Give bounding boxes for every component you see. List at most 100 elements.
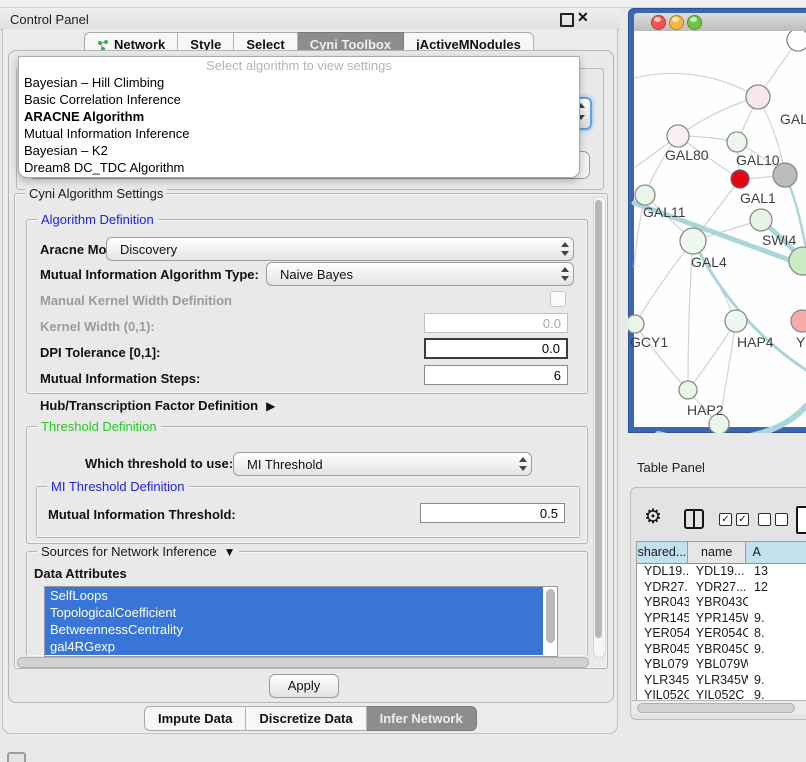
node-gal11[interactable] bbox=[635, 185, 655, 205]
column-header-shared-name[interactable]: shared... bbox=[637, 542, 688, 563]
node-label: GAL4 bbox=[691, 254, 727, 270]
which-threshold-value: MI Threshold bbox=[234, 457, 515, 472]
select-all-columns-button[interactable]: ✓ ✓ bbox=[719, 513, 749, 526]
checked-checkbox-icon: ✓ bbox=[736, 513, 749, 526]
table-row[interactable]: YDR27... YDR27... 12 bbox=[637, 580, 806, 596]
deselect-all-columns-button[interactable] bbox=[758, 513, 788, 526]
attr-list-items: SelfLoopsTopologicalCoefficientBetweenne… bbox=[45, 587, 543, 655]
dropdown-item[interactable]: Dream8 DC_TDC Algorithm bbox=[19, 159, 579, 176]
table-row[interactable]: YER054C YER054C 8. bbox=[637, 626, 806, 642]
cell-name: YDR27... bbox=[689, 580, 748, 596]
control-panel-title: Control Panel bbox=[10, 12, 89, 27]
split-view-icon[interactable] bbox=[684, 509, 704, 529]
new-table-icon[interactable] bbox=[796, 506, 806, 534]
dpi-tolerance-field[interactable]: 0.0 bbox=[424, 338, 568, 359]
list-item[interactable]: gal4RGexp bbox=[45, 638, 543, 655]
node-swi4[interactable] bbox=[750, 209, 772, 231]
control-panel-titlebar bbox=[0, 8, 620, 30]
cell-value bbox=[748, 657, 806, 673]
node-label: GAL11 bbox=[643, 204, 686, 220]
chevron-down-icon[interactable]: ▼ bbox=[224, 545, 236, 559]
settings-hscrollbar-thumb[interactable] bbox=[17, 657, 589, 668]
mi-type-label: Mutual Information Algorithm Type: bbox=[40, 267, 259, 282]
apply-button[interactable]: Apply bbox=[269, 674, 339, 698]
bottom-tabstrip: Impute Data Discretize Data Infer Networ… bbox=[144, 706, 477, 729]
table-row[interactable]: YBR045C YBR045C 9. bbox=[637, 642, 806, 658]
table-row[interactable]: YBL079W YBL079W bbox=[637, 657, 806, 673]
column-header-partial[interactable]: A bbox=[746, 542, 806, 563]
node-gal80[interactable] bbox=[667, 125, 689, 147]
node-gcy1[interactable] bbox=[628, 315, 644, 333]
table-header-row: shared... name A bbox=[637, 542, 806, 564]
cell-value: 13 bbox=[748, 564, 806, 580]
aracne-mode-value: Discovery bbox=[107, 242, 557, 257]
tab-discretize-data[interactable]: Discretize Data bbox=[246, 706, 366, 731]
dropdown-item-highlighted[interactable]: ARACNE Algorithm bbox=[19, 108, 579, 125]
close-icon[interactable]: ✕ bbox=[577, 9, 589, 26]
list-item[interactable]: TopologicalCoefficient bbox=[45, 604, 543, 621]
node-gal4[interactable] bbox=[680, 228, 706, 254]
tab-infer-network[interactable]: Infer Network bbox=[367, 706, 477, 731]
minimize-traffic-light-icon[interactable] bbox=[669, 15, 684, 30]
close-traffic-light-icon[interactable] bbox=[651, 15, 666, 30]
table-row[interactable]: YLR345W YLR345W 9. bbox=[637, 673, 806, 689]
node-hap2[interactable] bbox=[679, 381, 697, 399]
manual-kernel-checkbox[interactable] bbox=[550, 291, 566, 307]
cell-shared-name: YBL079W bbox=[637, 657, 689, 673]
network-window-titlebar bbox=[634, 13, 806, 32]
sources-title: Sources for Network Inference bbox=[41, 544, 217, 559]
checked-checkbox-icon: ✓ bbox=[719, 513, 732, 526]
dropdown-item[interactable]: Basic Correlation Inference bbox=[19, 91, 579, 108]
node-gal10[interactable] bbox=[727, 132, 747, 152]
cell-name: YBL079W bbox=[689, 657, 748, 673]
table-row[interactable]: YDL19... YDL19... 13 bbox=[637, 564, 806, 580]
dropdown-item[interactable]: Bayesian – Hill Climbing bbox=[19, 74, 579, 91]
table-hscrollbar-track[interactable] bbox=[632, 700, 806, 714]
unchecked-checkbox-icon bbox=[758, 513, 771, 526]
settings-scrollbar-thumb[interactable] bbox=[595, 200, 602, 638]
app-root: Control Panel ✕ Network Style Select Cyn… bbox=[0, 0, 806, 762]
node-label: GAL10 bbox=[736, 152, 780, 168]
hub-definition-expander[interactable]: Hub/Transcription Factor Definition ▶ bbox=[40, 398, 275, 413]
kernel-width-field[interactable]: 0.0 bbox=[424, 313, 568, 333]
cell-name: YPR145W bbox=[689, 611, 748, 627]
column-header-name[interactable]: name bbox=[688, 542, 747, 563]
float-window-icon[interactable] bbox=[560, 13, 574, 27]
node-label: GAL80 bbox=[665, 147, 709, 163]
algorithm-dropdown-list: Select algorithm to view settings Bayesi… bbox=[18, 56, 580, 178]
list-item[interactable]: BetweennessCentrality bbox=[45, 621, 543, 638]
node-gal1-selected[interactable] bbox=[731, 170, 749, 188]
aracne-mode-combobox[interactable]: Discovery bbox=[106, 237, 574, 261]
cell-shared-name: YER054C bbox=[637, 626, 689, 642]
settings-group-title: Cyni Algorithm Settings bbox=[25, 186, 167, 201]
table-hscrollbar-thumb[interactable] bbox=[637, 703, 795, 713]
zoom-traffic-light-icon[interactable] bbox=[687, 15, 702, 30]
table-row[interactable]: YPR145W YPR145W 9. bbox=[637, 611, 806, 627]
node-hap4[interactable] bbox=[725, 310, 747, 332]
mi-type-combobox[interactable]: Naive Bayes bbox=[266, 262, 574, 286]
node-gal7[interactable] bbox=[746, 85, 770, 109]
manual-kernel-label: Manual Kernel Width Definition bbox=[40, 293, 232, 308]
node-pink[interactable] bbox=[791, 310, 806, 332]
sources-title-wrap: Sources for Network Inference ▼ bbox=[37, 544, 239, 559]
dpi-tolerance-label: DPI Tolerance [0,1]: bbox=[40, 345, 160, 360]
dropdown-item[interactable]: Mutual Information Inference bbox=[19, 125, 579, 142]
node-label: HAP4 bbox=[737, 334, 774, 350]
minimized-panel-icon[interactable] bbox=[7, 752, 26, 762]
node[interactable] bbox=[787, 31, 806, 51]
dropdown-item[interactable]: Bayesian – K2 bbox=[19, 142, 579, 159]
table-row[interactable]: YBR043C YBR043C bbox=[637, 595, 806, 611]
which-threshold-combobox[interactable]: MI Threshold bbox=[233, 452, 532, 476]
gear-icon[interactable]: ⚙ bbox=[644, 504, 662, 529]
mi-threshold-label: Mutual Information Threshold: bbox=[48, 507, 236, 522]
cell-shared-name: YBR043C bbox=[637, 595, 689, 611]
mi-steps-field[interactable]: 6 bbox=[424, 365, 568, 385]
cell-name: YLR345W bbox=[689, 673, 748, 689]
combo-arrows-icon bbox=[515, 453, 531, 475]
cell-value bbox=[748, 595, 806, 611]
list-scrollbar-thumb[interactable] bbox=[546, 589, 555, 643]
list-item[interactable]: SelfLoops bbox=[45, 587, 543, 604]
mi-threshold-field[interactable]: 0.5 bbox=[420, 503, 565, 523]
settings-scrollbar-track[interactable] bbox=[593, 196, 606, 658]
tab-impute-data[interactable]: Impute Data bbox=[144, 706, 246, 731]
